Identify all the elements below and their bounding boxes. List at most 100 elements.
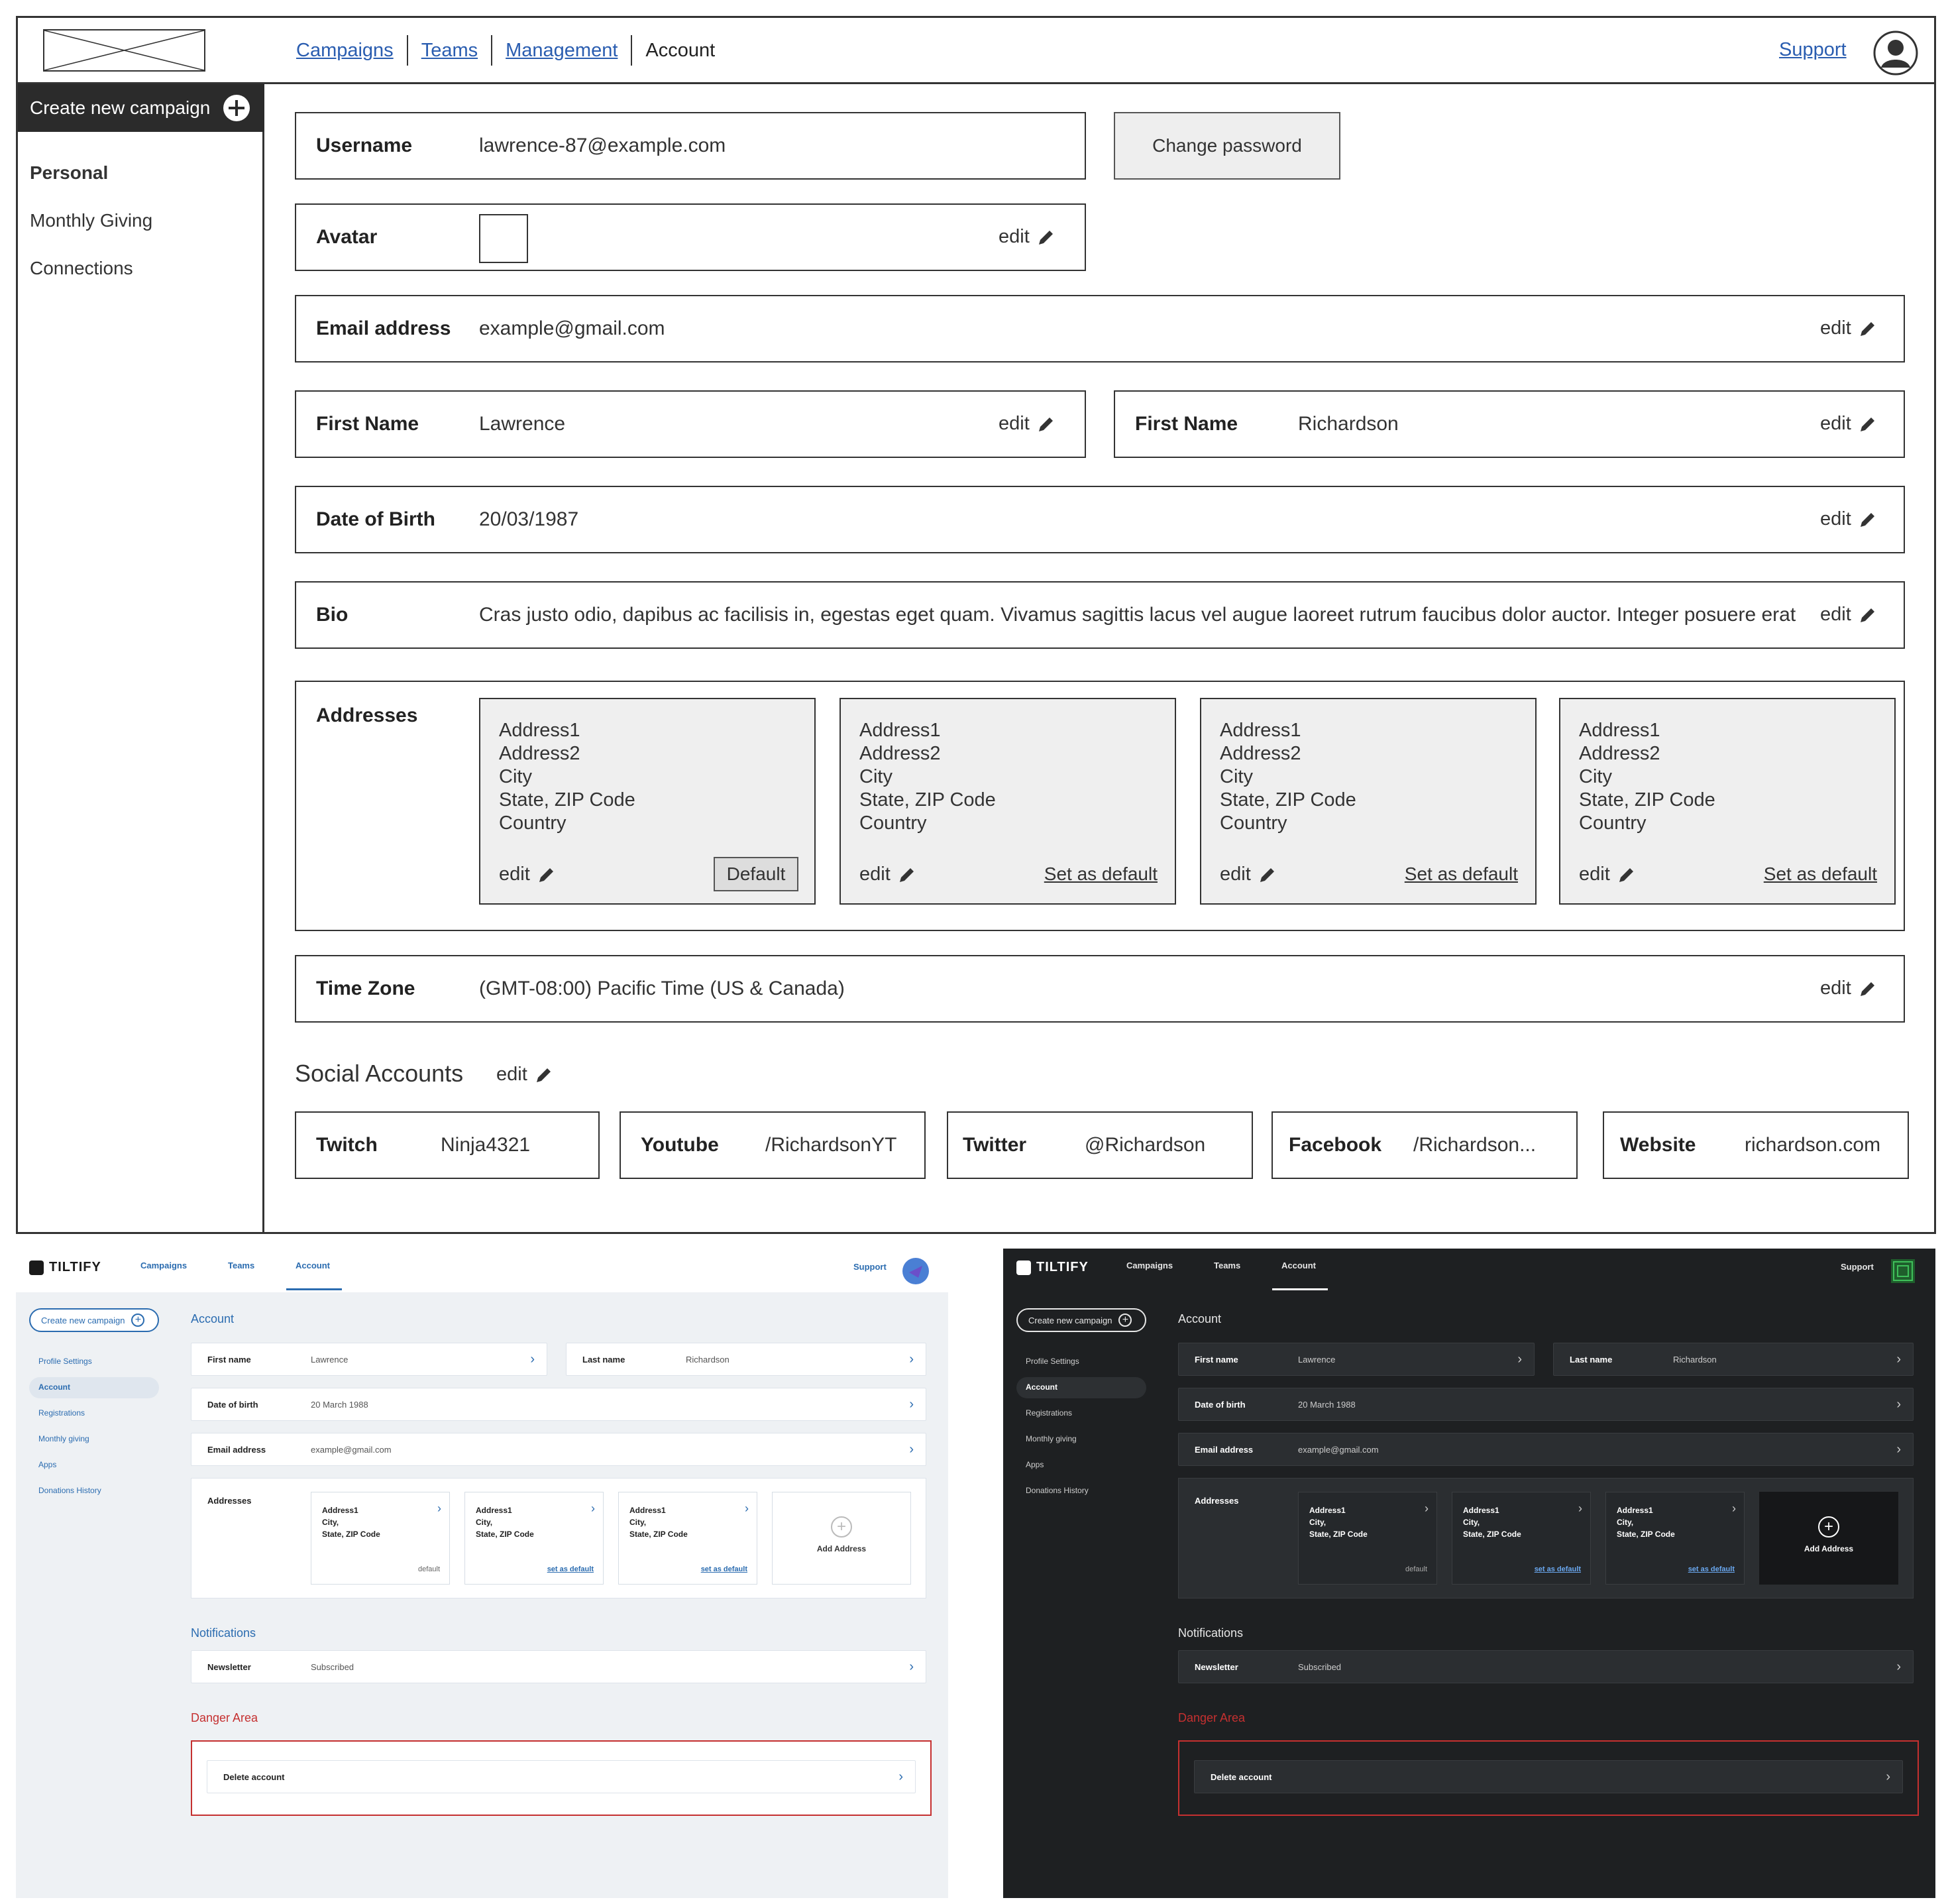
- nav-teams[interactable]: Teams: [1214, 1260, 1240, 1270]
- email-row[interactable]: Email address example@gmail.com ›: [191, 1433, 926, 1466]
- bio-edit[interactable]: edit: [1820, 604, 1878, 626]
- address-edit[interactable]: edit: [1579, 864, 1637, 885]
- set-as-default-link[interactable]: Set as default: [1405, 864, 1518, 885]
- sidebar-item-donations-history[interactable]: Donations History: [38, 1486, 101, 1495]
- sidebar-item-monthly-giving[interactable]: Monthly giving: [38, 1434, 89, 1443]
- dob-row[interactable]: Date of birth 20 March 1988 ›: [191, 1388, 926, 1421]
- support-link[interactable]: Support: [853, 1262, 887, 1272]
- sidebar-item-profile-settings[interactable]: Profile Settings: [38, 1357, 92, 1366]
- address-edit[interactable]: edit: [1220, 864, 1277, 885]
- set-as-default-link[interactable]: set as default: [701, 1565, 747, 1573]
- dob-row[interactable]: Date of birth 20 March 1988 ›: [1178, 1388, 1914, 1421]
- create-campaign-button[interactable]: Create new campaign +: [29, 1308, 159, 1332]
- nav-account[interactable]: Account: [296, 1260, 330, 1270]
- sidebar-item-profile-settings[interactable]: Profile Settings: [1026, 1357, 1079, 1366]
- user-avatar-icon[interactable]: [1890, 1258, 1916, 1284]
- first-name-value: Lawrence: [479, 413, 566, 435]
- social-facebook[interactable]: Facebook /Richardson...: [1272, 1111, 1578, 1179]
- social-label: Website: [1620, 1134, 1696, 1156]
- sidebar-item-monthly-giving[interactable]: Monthly Giving: [30, 210, 152, 231]
- nav-teams[interactable]: Teams: [228, 1260, 254, 1270]
- nav-management[interactable]: Management: [491, 35, 631, 66]
- address-card[interactable]: Address1 City, State, ZIP Code › set as …: [464, 1492, 604, 1585]
- add-address-button[interactable]: + Add Address: [772, 1492, 911, 1585]
- notifications-heading: Notifications: [1178, 1626, 1244, 1640]
- support-link[interactable]: Support: [1779, 39, 1847, 61]
- social-accounts-edit[interactable]: edit: [496, 1064, 554, 1086]
- nav-account[interactable]: Account: [631, 35, 728, 66]
- address-card[interactable]: Address1 City, State, ZIP Code › set as …: [1605, 1492, 1745, 1585]
- avatar-image[interactable]: [479, 214, 528, 263]
- newsletter-row[interactable]: Newsletter Subscribed ›: [1178, 1650, 1914, 1683]
- tiltify-logo[interactable]: TILTIFY: [1016, 1260, 1089, 1275]
- newsletter-label: Newsletter: [207, 1662, 251, 1672]
- create-campaign-button[interactable]: Create new campaign +: [1016, 1308, 1146, 1332]
- sidebar-item-registrations[interactable]: Registrations: [1026, 1408, 1072, 1418]
- nav-campaigns[interactable]: Campaigns: [282, 35, 407, 66]
- last-name-row[interactable]: Last name Richardson ›: [566, 1343, 926, 1376]
- address-card[interactable]: Address1 Address2 City State, ZIP Code C…: [479, 698, 816, 905]
- address-card[interactable]: Address1 Address2 City State, ZIP Code C…: [1559, 698, 1896, 905]
- address-card[interactable]: Address1 Address2 City State, ZIP Code C…: [1200, 698, 1537, 905]
- dob-edit[interactable]: edit: [1820, 508, 1878, 530]
- nav-campaigns[interactable]: Campaigns: [1126, 1260, 1173, 1270]
- email-row[interactable]: Email address example@gmail.com ›: [1178, 1433, 1914, 1466]
- email-edit[interactable]: edit: [1820, 317, 1878, 339]
- dob-label: Date of Birth: [316, 508, 435, 530]
- social-twitter[interactable]: Twitter @Richardson: [947, 1111, 1253, 1179]
- create-campaign-button[interactable]: Create new campaign: [18, 84, 264, 132]
- chevron-right-icon: ›: [1732, 1502, 1736, 1515]
- sidebar-item-registrations[interactable]: Registrations: [38, 1408, 85, 1418]
- social-youtube[interactable]: Youtube /RichardsonYT: [620, 1111, 926, 1179]
- sidebar-item-donations-history[interactable]: Donations History: [1026, 1486, 1089, 1495]
- avatar-edit[interactable]: edit: [999, 226, 1056, 248]
- nav-teams[interactable]: Teams: [406, 35, 491, 66]
- change-password-button[interactable]: Change password: [1114, 112, 1340, 180]
- address-edit[interactable]: edit: [859, 864, 917, 885]
- sidebar-item-monthly-giving[interactable]: Monthly giving: [1026, 1434, 1077, 1443]
- nav-account[interactable]: Account: [1281, 1260, 1316, 1270]
- delete-account-row[interactable]: Delete account ›: [207, 1760, 916, 1793]
- light-mockup: TILTIFY Campaigns Teams Account Support …: [16, 1249, 948, 1898]
- sidebar-item-connections[interactable]: Connections: [30, 258, 133, 279]
- first-name-row[interactable]: First name Lawrence ›: [191, 1343, 547, 1376]
- sidebar-item-account[interactable]: Account: [1026, 1382, 1057, 1392]
- address-card[interactable]: Address1 City, State, ZIP Code › default: [1298, 1492, 1437, 1585]
- add-address-button[interactable]: + Add Address: [1759, 1492, 1898, 1585]
- address-lines: Address1 City, State, ZIP Code: [1463, 1504, 1521, 1540]
- social-website[interactable]: Website richardson.com: [1603, 1111, 1909, 1179]
- sidebar-item-personal[interactable]: Personal: [30, 162, 108, 184]
- chevron-right-icon: ›: [437, 1502, 441, 1515]
- address-edit[interactable]: edit: [499, 864, 557, 885]
- address-card[interactable]: Address1 City, State, ZIP Code › set as …: [1452, 1492, 1591, 1585]
- edit-label: edit: [1220, 864, 1251, 885]
- address-card[interactable]: Address1 City, State, ZIP Code › default: [311, 1492, 450, 1585]
- sidebar-item-apps[interactable]: Apps: [38, 1460, 56, 1469]
- set-as-default-link[interactable]: set as default: [547, 1565, 594, 1573]
- dob-label: Date of birth: [1195, 1400, 1246, 1410]
- user-avatar-icon[interactable]: [902, 1258, 929, 1284]
- social-twitch[interactable]: Twitch Ninja4321: [295, 1111, 600, 1179]
- sidebar-item-account[interactable]: Account: [38, 1382, 70, 1392]
- address-card[interactable]: Address1 City, State, ZIP Code › set as …: [618, 1492, 757, 1585]
- user-avatar-icon[interactable]: [1873, 30, 1918, 76]
- sidebar-item-apps[interactable]: Apps: [1026, 1460, 1044, 1469]
- last-name-edit[interactable]: edit: [1820, 413, 1878, 435]
- set-as-default-link[interactable]: Set as default: [1764, 864, 1877, 885]
- support-link[interactable]: Support: [1841, 1262, 1874, 1272]
- set-as-default-link[interactable]: set as default: [1535, 1565, 1581, 1573]
- set-as-default-link[interactable]: Set as default: [1044, 864, 1158, 885]
- nav-campaigns[interactable]: Campaigns: [140, 1260, 187, 1270]
- default-button[interactable]: Default: [714, 857, 798, 891]
- tiltify-logo[interactable]: TILTIFY: [29, 1260, 101, 1275]
- timezone-edit[interactable]: edit: [1820, 978, 1878, 999]
- social-value: Ninja4321: [441, 1134, 531, 1156]
- address-card[interactable]: Address1 Address2 City State, ZIP Code C…: [839, 698, 1176, 905]
- last-name-row[interactable]: Last name Richardson ›: [1553, 1343, 1914, 1376]
- set-as-default-link[interactable]: set as default: [1688, 1565, 1735, 1573]
- newsletter-row[interactable]: Newsletter Subscribed ›: [191, 1650, 926, 1683]
- first-name-row[interactable]: First name Lawrence ›: [1178, 1343, 1535, 1376]
- delete-account-row[interactable]: Delete account ›: [1194, 1760, 1903, 1793]
- address-line: State, ZIP Code: [629, 1530, 688, 1539]
- first-name-edit[interactable]: edit: [999, 413, 1056, 435]
